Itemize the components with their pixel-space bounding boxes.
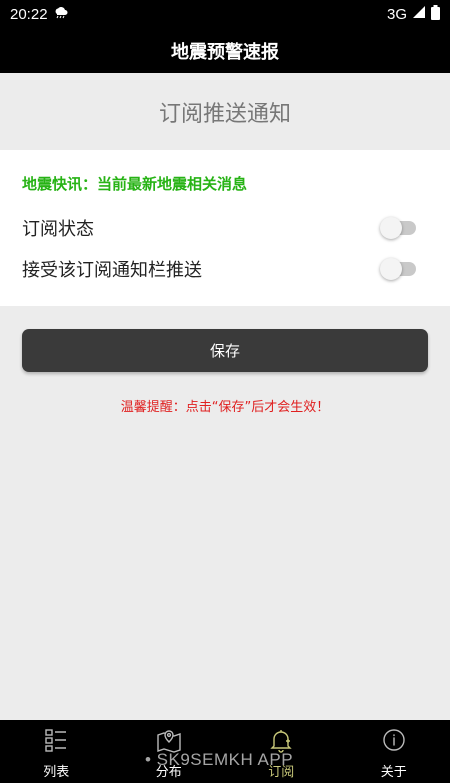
nav-item-about[interactable]: 关于 (338, 720, 450, 783)
notification-push-row: 接受该订阅通知栏推送 (22, 254, 416, 284)
save-button-label: 保存 (209, 342, 240, 360)
quake-notice: 地震快讯：当前最新地震相关消息 (22, 175, 248, 193)
save-tip: 温馨提醒：点击“保存”后才会生效！ (120, 400, 330, 415)
network-type: 3G (386, 5, 407, 23)
signal-icon (412, 5, 426, 23)
status-time: 20:22 (10, 5, 48, 23)
notification-push-label: 接受该订阅通知栏推送 (22, 260, 202, 281)
toggle-knob (380, 217, 402, 239)
app-title: 地震预警速报 (171, 41, 279, 63)
subscription-card: 地震快讯：当前最新地震相关消息 订阅状态 接受该订阅通知栏推送 (0, 150, 450, 306)
toggle-knob (380, 258, 402, 280)
battery-icon (431, 4, 440, 24)
save-button[interactable]: 保存 (22, 329, 428, 372)
section-title-area: 订阅推送通知 (0, 73, 450, 150)
weather-icon (54, 5, 68, 23)
subscription-status-toggle[interactable] (380, 217, 416, 239)
status-bar: 20:22 3G (0, 0, 450, 28)
info-icon (381, 727, 407, 761)
app-title-bar: 地震预警速报 (0, 28, 450, 73)
notification-push-toggle[interactable] (380, 258, 416, 280)
subscription-status-row: 订阅状态 (22, 213, 416, 243)
nav-label-list: 列表 (43, 765, 70, 780)
section-title: 订阅推送通知 (158, 101, 291, 127)
list-icon (43, 727, 69, 761)
nav-label-about: 关于 (380, 765, 407, 780)
nav-item-list[interactable]: 列表 (0, 720, 113, 783)
watermark: • SK9SEMKH APP (145, 750, 294, 769)
subscription-status-label: 订阅状态 (22, 219, 94, 240)
